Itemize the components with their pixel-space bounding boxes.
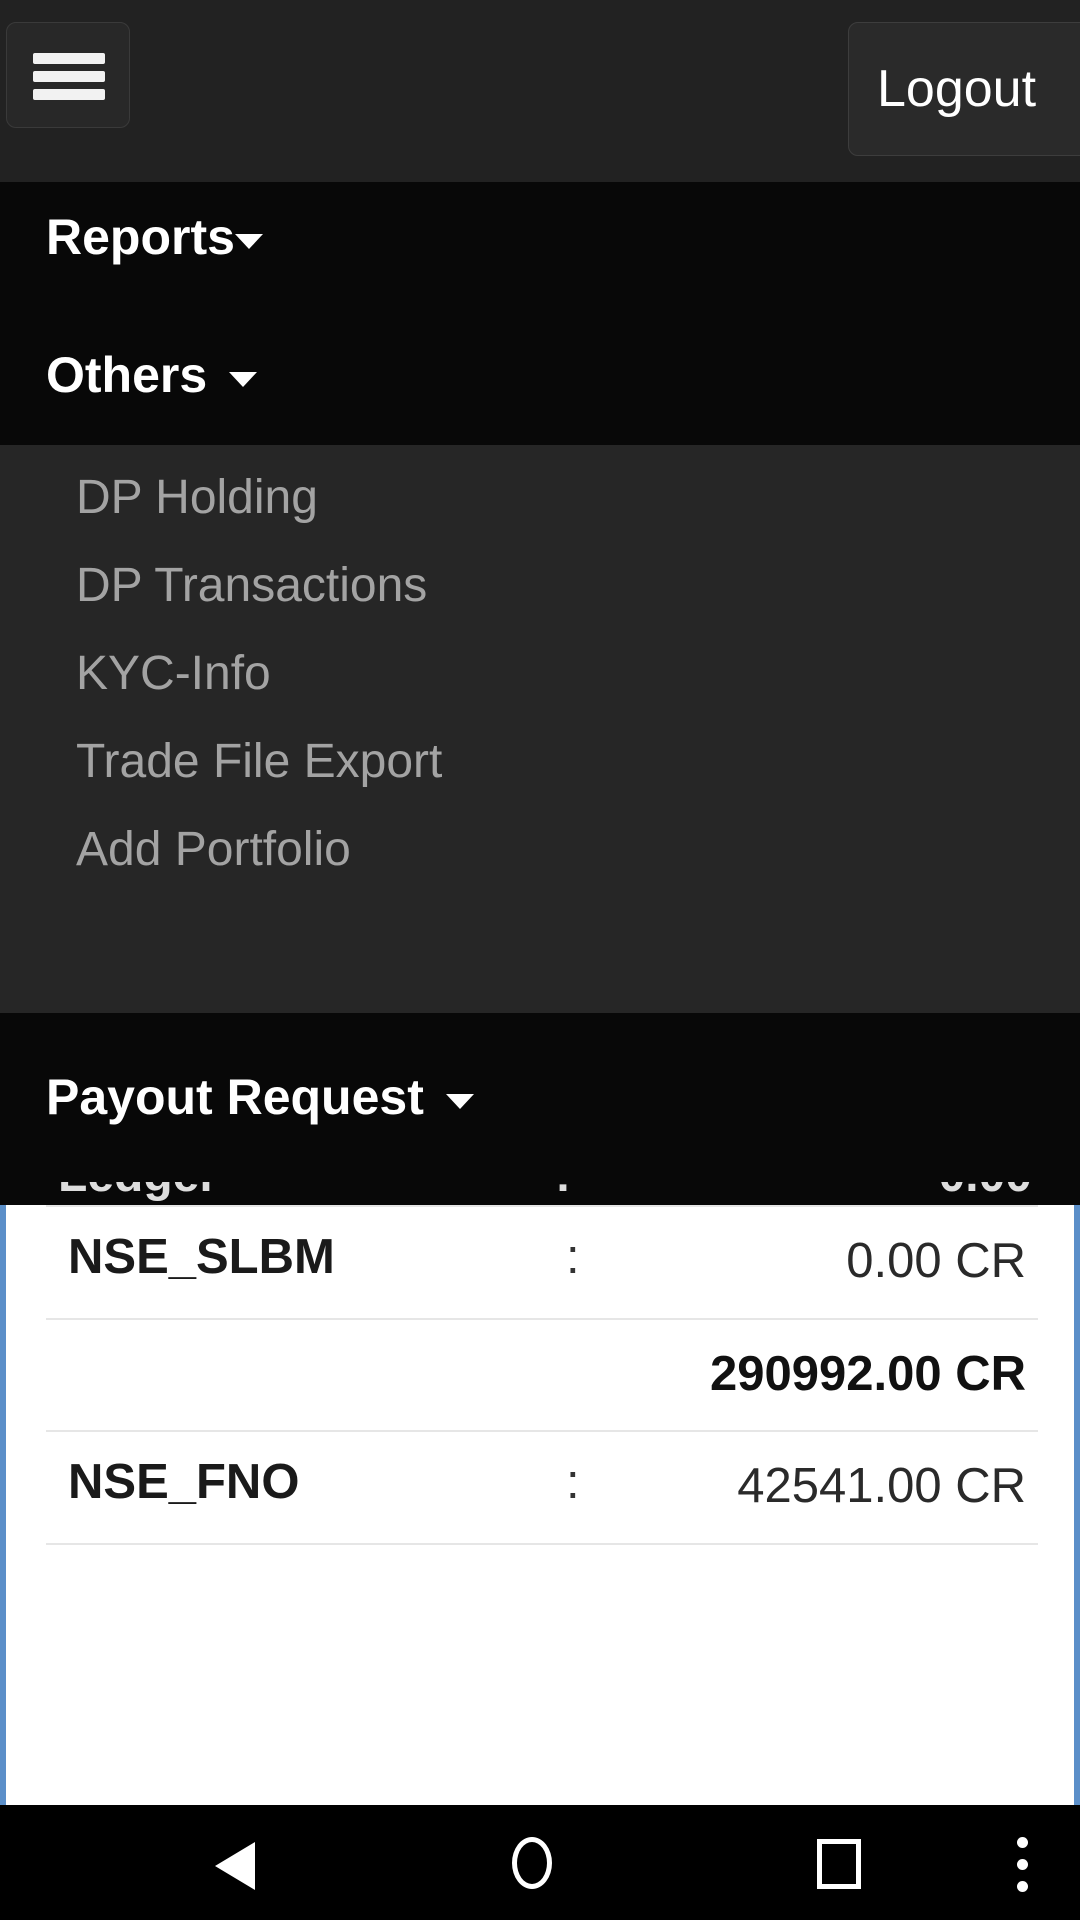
overflow-dot-1 xyxy=(1017,1837,1028,1848)
submenu-item-dp-transactions[interactable]: DP Transactions xyxy=(0,541,1080,629)
submenu-item-dp-holding[interactable]: DP Holding xyxy=(0,453,1080,541)
chevron-down-icon xyxy=(234,233,263,249)
clipped-table-row-peek: Ledger : 0.00 xyxy=(0,1182,1080,1205)
submenu-item-label: DP Transactions xyxy=(76,558,428,612)
nav-item-payout-request[interactable]: Payout Request xyxy=(0,1042,1080,1152)
nav-item-reports-label: Reports xyxy=(46,209,235,265)
submenu-item-label: KYC-Info xyxy=(76,646,271,700)
row-segment-label: NSE_FNO xyxy=(68,1455,300,1510)
row-separator: : xyxy=(566,1455,580,1510)
nav-item-others-label: Others xyxy=(46,347,208,403)
row-segment-label: NSE_SLBM xyxy=(68,1230,335,1284)
back-triangle-icon[interactable] xyxy=(215,1842,255,1890)
nav-item-payout-request-label: Payout Request xyxy=(46,1069,424,1125)
submenu-item-trade-file-export[interactable]: Trade File Export xyxy=(0,717,1080,805)
submenu-item-label: DP Holding xyxy=(76,470,318,524)
android-system-navbar xyxy=(0,1805,1080,1920)
submenu-item-label: Add Portfolio xyxy=(76,822,351,876)
overflow-dot-3 xyxy=(1017,1881,1028,1892)
clipped-row-value: 0.00 xyxy=(939,1182,1032,1203)
submenu-others: DP Holding DP Transactions KYC-Info Trad… xyxy=(0,445,1080,1013)
clipped-row-colon: : xyxy=(555,1182,571,1203)
row-separator: : xyxy=(566,1230,580,1284)
nav-item-others[interactable]: Others xyxy=(0,320,1080,430)
hamburger-bar-2 xyxy=(33,71,105,82)
app-header: Logout xyxy=(0,0,1080,182)
overflow-dot-2 xyxy=(1017,1859,1028,1870)
row-balance-value: 42541.00 CR xyxy=(737,1459,1026,1514)
hamburger-menu-icon[interactable] xyxy=(6,22,130,128)
submenu-item-label: Trade File Export xyxy=(76,734,443,788)
balance-table: NSE_SLBM : 0.00 CR 290992.00 CR NSE_FNO … xyxy=(46,1205,1038,1546)
chevron-down-icon xyxy=(445,1093,474,1109)
home-circle-icon[interactable] xyxy=(512,1837,552,1889)
hamburger-bar-3 xyxy=(33,89,105,100)
logout-button[interactable]: Logout xyxy=(848,22,1080,156)
submenu-item-add-portfolio[interactable]: Add Portfolio xyxy=(0,805,1080,893)
clipped-row-label: Ledger xyxy=(58,1182,218,1203)
chevron-down-icon xyxy=(229,371,258,387)
logout-button-label: Logout xyxy=(877,60,1037,118)
row-balance-value: 0.00 CR xyxy=(846,1234,1026,1288)
overflow-dots-icon[interactable] xyxy=(1017,1837,1031,1893)
row-balance-value: 290992.00 CR xyxy=(709,1346,1026,1401)
table-row: 290992.00 CR xyxy=(46,1317,1038,1431)
recents-square-icon[interactable] xyxy=(817,1839,861,1889)
nav-drawer: Reports Others DP Holding DP Transaction… xyxy=(0,182,1080,1205)
table-row: NSE_SLBM : 0.00 CR xyxy=(46,1205,1038,1318)
nav-item-reports[interactable]: Reports xyxy=(0,182,1080,292)
hamburger-bar-1 xyxy=(33,53,105,64)
table-row: NSE_FNO : 42541.00 CR xyxy=(46,1430,1038,1546)
balance-content-panel: NSE_SLBM : 0.00 CR 290992.00 CR NSE_FNO … xyxy=(0,1205,1080,1805)
submenu-item-kyc-info[interactable]: KYC-Info xyxy=(0,629,1080,717)
